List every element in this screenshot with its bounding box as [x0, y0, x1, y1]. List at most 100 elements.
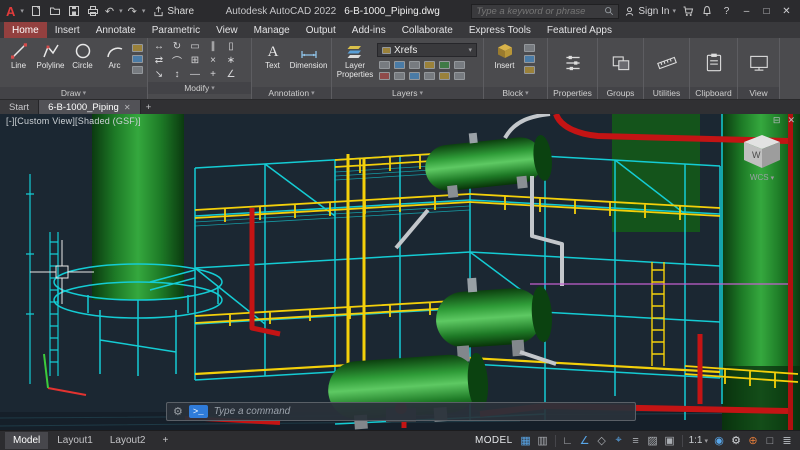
viewport-controls-label[interactable]: [-][Custom View][Shaded (GSF)]	[6, 116, 141, 126]
arc-tool[interactable]: Arc	[100, 41, 129, 71]
ribbon-tab-annotate[interactable]: Annotate	[88, 22, 144, 38]
utilities-icon[interactable]	[656, 52, 678, 74]
break-icon[interactable]: —	[186, 67, 204, 81]
layer-thaw-icon[interactable]	[409, 71, 420, 80]
help-icon[interactable]: ?	[719, 6, 734, 17]
match-layer-icon[interactable]	[454, 60, 465, 69]
ribbon-tab-collaborate[interactable]: Collaborate	[394, 22, 461, 38]
join-icon[interactable]: +	[204, 67, 222, 81]
model-tab[interactable]: Model	[5, 432, 49, 449]
drawing-viewport[interactable]: [-][Custom View][Shaded (GSF)] ⊟ ✕ W WCS…	[0, 114, 800, 430]
panel-title-view[interactable]: View	[738, 87, 779, 99]
erase-icon[interactable]: ×	[204, 53, 222, 67]
viewport-close-icon[interactable]: ✕	[787, 115, 795, 126]
model-space-toggle[interactable]: MODEL	[475, 435, 513, 446]
transparency-icon[interactable]: ▨	[645, 434, 661, 447]
define-attributes-icon[interactable]	[524, 55, 535, 63]
polar-tracking-icon[interactable]: ∠	[577, 434, 593, 447]
viewcube[interactable]: W WCS ▾	[736, 130, 788, 182]
command-input[interactable]: Type a command	[214, 406, 291, 417]
layer-isolate-icon[interactable]	[394, 60, 405, 69]
chamfer-icon[interactable]: ∠	[222, 67, 240, 81]
viewport-minimize-icon[interactable]: ⊟	[773, 115, 781, 126]
layout1-tab[interactable]: Layout1	[49, 432, 101, 449]
tab-start[interactable]: Start	[0, 100, 40, 114]
boundary-icon[interactable]	[132, 66, 143, 74]
copy-icon[interactable]: ▯	[222, 39, 240, 53]
vessel-column-left[interactable]	[92, 114, 184, 300]
layer-off-icon[interactable]	[379, 60, 390, 69]
redo-icon[interactable]: ↷	[128, 5, 137, 18]
ribbon-tab-manage[interactable]: Manage	[246, 22, 298, 38]
create-block-icon[interactable]	[524, 66, 535, 74]
clean-screen-icon[interactable]: □	[762, 435, 778, 447]
bell-icon[interactable]	[700, 4, 714, 18]
layer-lock-icon[interactable]	[424, 60, 435, 69]
fillet-icon[interactable]: ⌒	[168, 53, 186, 68]
layer-walk-icon[interactable]	[439, 71, 450, 80]
redo-caret-icon[interactable]: ▾	[142, 7, 146, 15]
text-tool[interactable]: A Text	[256, 41, 289, 71]
grid-icon[interactable]: ▦	[518, 434, 534, 447]
drawing-canvas[interactable]	[0, 114, 800, 430]
layer-freeze-icon[interactable]	[409, 60, 420, 69]
share-button[interactable]: Share	[153, 6, 194, 17]
properties-icon[interactable]	[562, 52, 584, 74]
polyline-tool[interactable]: Polyline	[36, 41, 65, 71]
ribbon-tab-express-tools[interactable]: Express Tools	[461, 22, 539, 38]
make-current-icon[interactable]	[439, 60, 450, 69]
panel-title-draw[interactable]: Draw ▾	[0, 87, 147, 99]
insert-tool[interactable]: Insert	[488, 41, 521, 71]
app-menu-caret-icon[interactable]: ▾	[20, 7, 24, 15]
groups-icon[interactable]	[610, 52, 632, 74]
ortho-icon[interactable]: ∟	[560, 435, 576, 447]
panel-title-clipboard[interactable]: Clipboard	[690, 87, 737, 99]
layout2-tab[interactable]: Layout2	[102, 432, 154, 449]
layer-on-icon[interactable]	[379, 71, 390, 80]
object-snap-icon[interactable]: ⌖	[611, 434, 627, 447]
command-line[interactable]: ⚙ >_ Type a command	[166, 402, 636, 421]
panel-title-layers[interactable]: Layers ▾	[332, 87, 483, 99]
save-icon[interactable]	[67, 4, 81, 18]
line-tool[interactable]: Line	[4, 41, 33, 71]
panel-title-properties[interactable]: Properties	[548, 87, 597, 99]
offset-icon[interactable]: ∥	[204, 39, 222, 53]
panel-title-modify[interactable]: Modify ▾	[148, 82, 251, 94]
clipboard-icon[interactable]	[703, 52, 725, 74]
wcs-label[interactable]: WCS	[750, 173, 769, 182]
ribbon-tab-view[interactable]: View	[208, 22, 246, 38]
rotate-icon[interactable]: ↻	[168, 39, 186, 53]
layer-previous-icon[interactable]	[454, 71, 465, 80]
plot-icon[interactable]	[86, 4, 100, 18]
annotation-monitor-icon[interactable]: ⊕	[745, 434, 761, 447]
explode-icon[interactable]: ∗	[222, 53, 240, 67]
close-drawing-tab-icon[interactable]: ✕	[124, 103, 131, 112]
viewcube-icon[interactable]: W	[736, 130, 788, 172]
command-customize-icon[interactable]: ⚙	[173, 405, 183, 418]
lineweight-icon[interactable]: ≡	[628, 435, 644, 447]
scale-icon[interactable]: ↕	[168, 67, 186, 81]
cart-icon[interactable]	[681, 4, 695, 18]
array-icon[interactable]: ⊞	[186, 53, 204, 67]
edit-block-icon[interactable]	[524, 44, 535, 52]
selection-cycling-icon[interactable]: ▣	[662, 434, 678, 447]
search-input[interactable]	[476, 5, 602, 17]
undo-caret-icon[interactable]: ▾	[119, 7, 123, 15]
ribbon-tab-output[interactable]: Output	[298, 22, 344, 38]
customization-icon[interactable]: ≣	[779, 434, 795, 447]
panel-title-utilities[interactable]: Utilities	[644, 87, 689, 99]
mirror-icon[interactable]: ⇄	[150, 53, 168, 67]
layer-properties-tool[interactable]: Layer Properties	[336, 41, 374, 80]
new-drawing-tab-button[interactable]: +	[141, 100, 157, 114]
panel-title-groups[interactable]: Groups	[598, 87, 643, 99]
ribbon-tab-featured-apps[interactable]: Featured Apps	[539, 22, 620, 38]
annotation-visibility-icon[interactable]: ◉	[711, 434, 727, 447]
ribbon-tab-addins[interactable]: Add-ins	[344, 22, 394, 38]
view-icon[interactable]	[748, 52, 770, 74]
layer-unlock-icon[interactable]	[424, 71, 435, 80]
panel-title-block[interactable]: Block ▾	[484, 87, 547, 99]
close-window-icon[interactable]: ✕	[779, 6, 794, 17]
workspace-icon[interactable]: ⚙	[728, 434, 744, 447]
move-icon[interactable]: ↔	[150, 39, 168, 53]
layer-unisolate-icon[interactable]	[394, 71, 405, 80]
